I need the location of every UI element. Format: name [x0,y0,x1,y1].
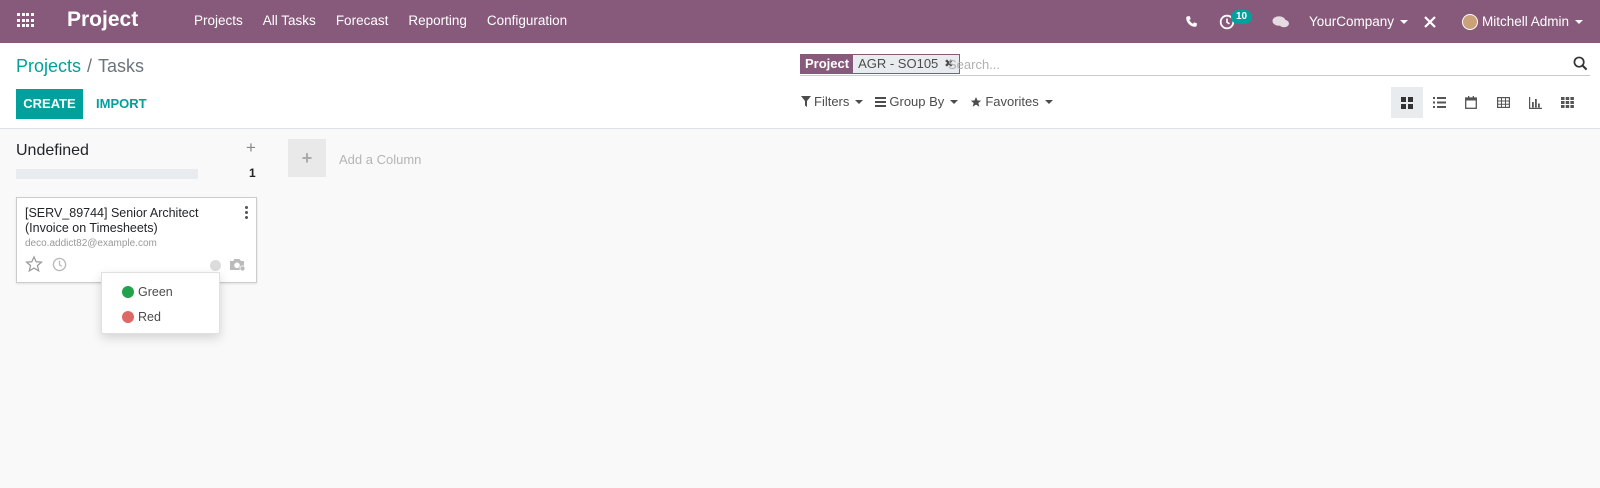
search-bar: Project AGR - SO105 ✖ [800,54,1590,76]
menu-item-reporting[interactable]: Reporting [408,13,467,28]
menu-item-all-tasks[interactable]: All Tasks [263,13,316,28]
card-menu-icon[interactable] [245,206,248,221]
table-icon [1496,97,1510,108]
grid-view-button[interactable] [1551,87,1583,118]
calendar-icon [1465,96,1477,109]
camera-icon[interactable] [228,257,246,272]
favorites-label: Favorites [985,94,1039,109]
app-brand[interactable]: Project [67,8,138,32]
column-title: Undefined [16,142,89,159]
facet-value-text: AGR - SO105 [858,56,939,71]
pivot-view-button[interactable] [1487,87,1519,118]
breadcrumb-tasks: Tasks [98,56,145,76]
green-dot-icon [122,286,134,298]
user-menu[interactable]: Mitchell Admin [1462,0,1584,43]
top-navbar: Project Projects All Tasks Forecast Repo… [0,0,1600,43]
menu-item-projects[interactable]: Projects [194,13,243,28]
kanban-card[interactable]: [SERV_89744] Senior Architect (Invoice o… [16,197,257,283]
bar-chart-icon [1528,96,1542,109]
menu-item-configuration[interactable]: Configuration [487,13,567,28]
groupby-label: Group By [889,94,945,109]
add-column-label[interactable]: Add a Column [339,152,421,167]
kanban-state-dropdown: Green Red [101,272,220,334]
create-button[interactable]: CREATE [16,89,83,119]
grid-icon [1560,97,1574,108]
chat-icon[interactable] [1272,0,1290,43]
apps-menu-icon[interactable] [17,13,34,28]
activity-count-badge: 10 [1231,10,1253,24]
main-menu: Projects All Tasks Forecast Reporting Co… [194,13,587,28]
red-dot-icon [122,311,134,323]
favorites-dropdown[interactable]: Favorites [970,94,1053,109]
state-option-green[interactable]: Green [122,285,173,299]
filters-label: Filters [814,94,850,109]
column-progress-bar [16,169,198,179]
company-name: YourCompany [1309,14,1395,29]
state-option-red[interactable]: Red [122,310,161,324]
chevron-down-icon [1044,99,1053,104]
calendar-view-button[interactable] [1455,87,1487,118]
chevron-down-icon [1575,19,1584,24]
avatar [1462,13,1478,30]
filters-dropdown[interactable]: Filters [801,94,864,109]
card-title: [SERV_89744] Senior Architect (Invoice o… [25,206,199,235]
state-option-label: Green [138,285,173,299]
graph-view-button[interactable] [1519,87,1551,118]
chevron-down-icon [855,99,864,104]
activity-clock-icon[interactable] [52,257,67,272]
kanban-board: Undefined + 1 [SERV_89744] Senior Archit… [0,130,1600,488]
column-count: 1 [249,166,256,180]
view-switcher [1391,87,1583,118]
chevron-down-icon [950,99,959,104]
search-icon[interactable] [1573,56,1588,71]
list-icon [1432,97,1446,108]
search-input[interactable] [948,55,1548,73]
state-option-label: Red [138,310,161,324]
star-icon [971,96,982,107]
user-name: Mitchell Admin [1482,14,1570,29]
search-facet: Project AGR - SO105 ✖ [800,54,960,74]
import-button[interactable]: IMPORT [96,89,147,119]
column-quick-create-icon[interactable]: + [246,138,256,158]
debug-tools-icon[interactable] [1423,0,1437,43]
facet-value: AGR - SO105 ✖ [853,55,959,73]
kanban-view-button[interactable] [1391,87,1423,118]
company-switcher[interactable]: YourCompany [1309,0,1409,43]
list-view-button[interactable] [1423,87,1455,118]
search-options: Filters Group By Favorites [801,94,1053,109]
bars-icon [875,96,887,107]
filter-icon [801,96,811,107]
chevron-down-icon [1400,19,1409,24]
menu-item-forecast[interactable]: Forecast [336,13,389,28]
groupby-dropdown[interactable]: Group By [875,94,959,109]
phone-icon[interactable] [1185,0,1198,43]
card-email: deco.addict82@example.com [25,238,157,249]
facet-label: Project [801,55,854,73]
kanban-icon [1401,96,1413,109]
control-panel: Projects / Tasks CREATE IMPORT Project AGR… [0,43,1600,129]
star-icon[interactable] [25,255,43,273]
breadcrumb: Projects / Tasks [16,56,144,77]
breadcrumb-projects[interactable]: Projects [16,56,81,76]
add-column-button[interactable]: + [288,139,326,177]
kanban-state-icon[interactable] [210,260,221,271]
breadcrumb-separator: / [87,56,93,76]
